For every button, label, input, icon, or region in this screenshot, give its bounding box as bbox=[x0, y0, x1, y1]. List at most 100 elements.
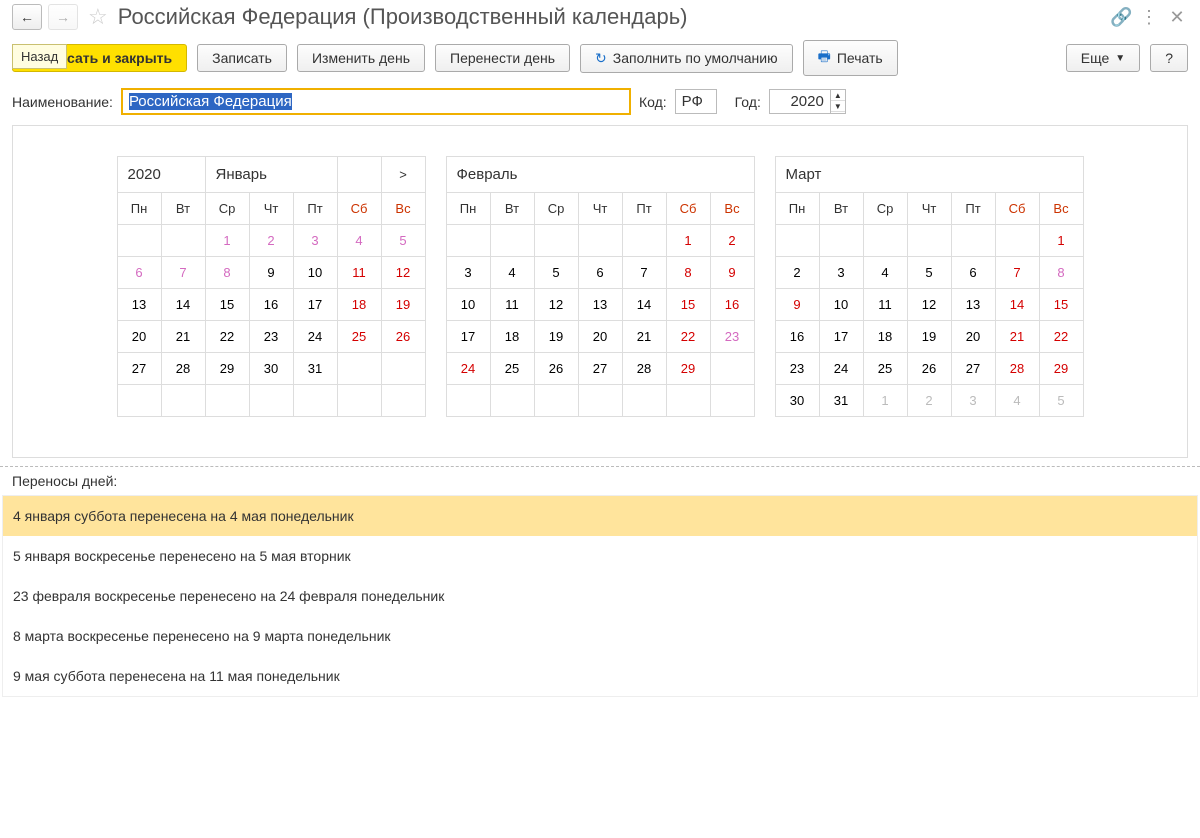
day-cell[interactable]: 1 bbox=[1039, 225, 1083, 257]
day-cell[interactable]: 20 bbox=[951, 321, 995, 353]
day-cell[interactable]: 18 bbox=[490, 321, 534, 353]
day-cell[interactable]: 17 bbox=[819, 321, 863, 353]
day-cell[interactable]: 15 bbox=[666, 289, 710, 321]
day-cell[interactable]: 1 bbox=[666, 225, 710, 257]
nav-back-button[interactable]: ← bbox=[12, 4, 42, 30]
close-icon[interactable]: ✕ bbox=[1166, 7, 1188, 28]
day-cell[interactable]: 25 bbox=[490, 353, 534, 385]
transfer-row[interactable]: 8 марта воскресенье перенесено на 9 март… bbox=[3, 616, 1197, 656]
day-cell[interactable]: 4 bbox=[337, 225, 381, 257]
nav-forward-button[interactable]: → bbox=[48, 4, 78, 30]
day-cell[interactable]: 4 bbox=[490, 257, 534, 289]
day-cell[interactable]: 24 bbox=[446, 353, 490, 385]
day-cell[interactable]: 26 bbox=[381, 321, 425, 353]
day-cell[interactable]: 13 bbox=[578, 289, 622, 321]
day-cell[interactable]: 8 bbox=[666, 257, 710, 289]
name-input[interactable]: Российская Федерация bbox=[121, 88, 631, 115]
day-cell[interactable]: 5 bbox=[534, 257, 578, 289]
day-cell[interactable]: 19 bbox=[381, 289, 425, 321]
day-cell[interactable]: 3 bbox=[951, 385, 995, 417]
day-cell[interactable]: 28 bbox=[161, 353, 205, 385]
day-cell[interactable]: 26 bbox=[907, 353, 951, 385]
day-cell[interactable]: 10 bbox=[293, 257, 337, 289]
day-cell[interactable]: 16 bbox=[249, 289, 293, 321]
day-cell[interactable]: 14 bbox=[995, 289, 1039, 321]
day-cell[interactable]: 1 bbox=[863, 385, 907, 417]
day-cell[interactable]: 25 bbox=[337, 321, 381, 353]
year-cell[interactable]: 2020 bbox=[117, 157, 205, 193]
day-cell[interactable]: 17 bbox=[293, 289, 337, 321]
change-day-button[interactable]: Изменить день bbox=[297, 44, 425, 72]
fill-default-button[interactable]: Заполнить по умолчанию bbox=[580, 44, 793, 73]
day-cell[interactable]: 28 bbox=[995, 353, 1039, 385]
day-cell[interactable]: 21 bbox=[622, 321, 666, 353]
day-cell[interactable]: 14 bbox=[622, 289, 666, 321]
day-cell[interactable]: 21 bbox=[161, 321, 205, 353]
code-input[interactable]: РФ bbox=[675, 89, 717, 114]
day-cell[interactable]: 22 bbox=[666, 321, 710, 353]
day-cell[interactable]: 11 bbox=[337, 257, 381, 289]
month-next-icon[interactable]: > bbox=[381, 157, 425, 193]
help-button[interactable]: ? bbox=[1150, 44, 1188, 72]
day-cell[interactable]: 7 bbox=[995, 257, 1039, 289]
day-cell[interactable]: 14 bbox=[161, 289, 205, 321]
day-cell[interactable]: 12 bbox=[534, 289, 578, 321]
day-cell[interactable]: 3 bbox=[819, 257, 863, 289]
year-value[interactable]: 2020 bbox=[770, 90, 830, 113]
day-cell[interactable]: 6 bbox=[951, 257, 995, 289]
day-cell[interactable]: 4 bbox=[995, 385, 1039, 417]
day-cell[interactable]: 6 bbox=[117, 257, 161, 289]
link-icon[interactable]: 🔗 bbox=[1110, 7, 1132, 28]
day-cell[interactable]: 19 bbox=[907, 321, 951, 353]
day-cell[interactable]: 26 bbox=[534, 353, 578, 385]
day-cell[interactable]: 18 bbox=[863, 321, 907, 353]
day-cell[interactable]: 7 bbox=[161, 257, 205, 289]
day-cell[interactable]: 20 bbox=[578, 321, 622, 353]
day-cell[interactable]: 18 bbox=[337, 289, 381, 321]
day-cell[interactable]: 4 bbox=[863, 257, 907, 289]
print-button[interactable]: Печать bbox=[803, 40, 898, 76]
day-cell[interactable]: 23 bbox=[775, 353, 819, 385]
day-cell[interactable]: 29 bbox=[205, 353, 249, 385]
day-cell[interactable]: 11 bbox=[490, 289, 534, 321]
day-cell[interactable]: 19 bbox=[534, 321, 578, 353]
day-cell[interactable]: 2 bbox=[249, 225, 293, 257]
day-cell[interactable]: 11 bbox=[863, 289, 907, 321]
day-cell[interactable]: 13 bbox=[951, 289, 995, 321]
day-cell[interactable]: 2 bbox=[775, 257, 819, 289]
day-cell[interactable]: 15 bbox=[1039, 289, 1083, 321]
day-cell[interactable]: 30 bbox=[775, 385, 819, 417]
day-cell[interactable]: 16 bbox=[775, 321, 819, 353]
day-cell[interactable]: 23 bbox=[710, 321, 754, 353]
day-cell[interactable]: 17 bbox=[446, 321, 490, 353]
day-cell[interactable]: 12 bbox=[381, 257, 425, 289]
favorite-star-icon[interactable]: ☆ bbox=[88, 4, 108, 30]
day-cell[interactable]: 29 bbox=[666, 353, 710, 385]
day-cell[interactable]: 8 bbox=[1039, 257, 1083, 289]
day-cell[interactable]: 10 bbox=[819, 289, 863, 321]
day-cell[interactable]: 28 bbox=[622, 353, 666, 385]
day-cell[interactable]: 21 bbox=[995, 321, 1039, 353]
day-cell[interactable]: 6 bbox=[578, 257, 622, 289]
day-cell[interactable]: 30 bbox=[249, 353, 293, 385]
transfer-row[interactable]: 5 января воскресенье перенесено на 5 мая… bbox=[3, 536, 1197, 576]
day-cell[interactable]: 31 bbox=[293, 353, 337, 385]
month-dropdown-icon[interactable] bbox=[337, 157, 381, 193]
day-cell[interactable]: 24 bbox=[819, 353, 863, 385]
day-cell[interactable]: 9 bbox=[710, 257, 754, 289]
save-button[interactable]: Записать bbox=[197, 44, 287, 72]
day-cell[interactable]: 24 bbox=[293, 321, 337, 353]
day-cell[interactable]: 5 bbox=[907, 257, 951, 289]
day-cell[interactable]: 31 bbox=[819, 385, 863, 417]
day-cell[interactable]: 22 bbox=[1039, 321, 1083, 353]
day-cell[interactable]: 25 bbox=[863, 353, 907, 385]
day-cell[interactable]: 8 bbox=[205, 257, 249, 289]
day-cell[interactable]: 27 bbox=[578, 353, 622, 385]
day-cell[interactable]: 2 bbox=[907, 385, 951, 417]
year-spinner[interactable]: 2020 ▲ ▼ bbox=[769, 89, 846, 114]
year-down-icon[interactable]: ▼ bbox=[831, 101, 845, 112]
day-cell[interactable]: 12 bbox=[907, 289, 951, 321]
month-name[interactable]: Январь bbox=[205, 157, 337, 193]
day-cell[interactable]: 3 bbox=[293, 225, 337, 257]
day-cell[interactable]: 2 bbox=[710, 225, 754, 257]
